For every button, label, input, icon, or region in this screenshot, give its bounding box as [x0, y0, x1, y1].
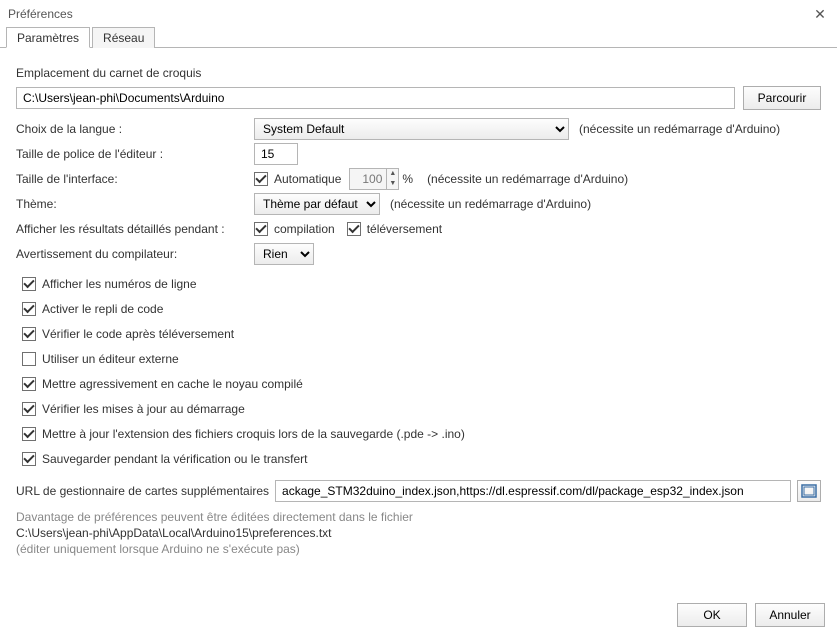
external-editor-label: Utiliser un éditeur externe: [42, 352, 179, 366]
checkbox-list: Afficher les numéros de ligne Activer le…: [22, 273, 821, 470]
check-updates-checkbox[interactable]: [22, 402, 36, 416]
cache-core-label: Mettre agressivement en cache le noyau c…: [42, 377, 303, 391]
dialog-footer: OK Annuler: [0, 597, 837, 635]
verbose-compile-label: compilation: [274, 222, 335, 236]
verbose-label: Afficher les résultats détaillés pendant…: [16, 222, 254, 236]
scale-down-icon[interactable]: ▼: [387, 179, 398, 189]
verbose-upload-checkbox[interactable]: [347, 222, 361, 236]
fontsize-label: Taille de police de l'éditeur :: [16, 147, 254, 161]
language-note: (nécessite un redémarrage d'Arduino): [579, 122, 780, 136]
check-updates-label: Vérifier les mises à jour au démarrage: [42, 402, 245, 416]
prefs-path[interactable]: C:\Users\jean-phi\AppData\Local\Arduino1…: [16, 526, 821, 540]
verify-upload-checkbox[interactable]: [22, 327, 36, 341]
scale-value: [350, 169, 386, 189]
update-ext-checkbox[interactable]: [22, 427, 36, 441]
scale-auto-label: Automatique: [274, 172, 341, 186]
tab-bar: Paramètres Réseau: [0, 26, 837, 48]
line-numbers-checkbox[interactable]: [22, 277, 36, 291]
window-title: Préférences: [8, 7, 73, 21]
tab-parametres[interactable]: Paramètres: [6, 27, 90, 48]
scale-spinner[interactable]: ▲ ▼: [349, 168, 399, 190]
save-verify-checkbox[interactable]: [22, 452, 36, 466]
sketchbook-label: Emplacement du carnet de croquis: [16, 66, 821, 80]
sketchbook-path-input[interactable]: [16, 87, 735, 109]
verify-upload-label: Vérifier le code après téléversement: [42, 327, 234, 341]
tab-reseau[interactable]: Réseau: [92, 27, 155, 48]
save-verify-label: Sauvegarder pendant la vérification ou l…: [42, 452, 308, 466]
boards-url-input[interactable]: [275, 480, 791, 502]
more-prefs-hint: Davantage de préférences peuvent être éd…: [16, 510, 821, 524]
titlebar: Préférences ✕: [0, 0, 837, 26]
verbose-compile-checkbox[interactable]: [254, 222, 268, 236]
theme-select[interactable]: Thème par défaut: [254, 193, 380, 215]
scale-up-icon[interactable]: ▲: [387, 169, 398, 179]
language-select[interactable]: System Default: [254, 118, 569, 140]
update-ext-label: Mettre à jour l'extension des fichiers c…: [42, 427, 465, 441]
scale-note: (nécessite un redémarrage d'Arduino): [427, 172, 628, 186]
expand-urls-button[interactable]: [797, 480, 821, 502]
verbose-upload-label: téléversement: [367, 222, 442, 236]
theme-note: (nécessite un redémarrage d'Arduino): [390, 197, 591, 211]
theme-label: Thème:: [16, 197, 254, 211]
line-numbers-label: Afficher les numéros de ligne: [42, 277, 197, 291]
language-label: Choix de la langue :: [16, 122, 254, 136]
browse-button[interactable]: Parcourir: [743, 86, 821, 110]
window-icon: [801, 484, 817, 498]
boards-url-label: URL de gestionnaire de cartes supplément…: [16, 484, 269, 498]
code-folding-checkbox[interactable]: [22, 302, 36, 316]
close-icon[interactable]: ✕: [811, 5, 829, 23]
percent-label: %: [402, 172, 413, 186]
scale-label: Taille de l'interface:: [16, 172, 254, 186]
ok-button[interactable]: OK: [677, 603, 747, 627]
code-folding-label: Activer le repli de code: [42, 302, 163, 316]
external-editor-checkbox[interactable]: [22, 352, 36, 366]
fontsize-input[interactable]: [254, 143, 298, 165]
cache-core-checkbox[interactable]: [22, 377, 36, 391]
warnings-label: Avertissement du compilateur:: [16, 247, 254, 261]
warnings-select[interactable]: Rien: [254, 243, 314, 265]
scale-auto-checkbox[interactable]: [254, 172, 268, 186]
cancel-button[interactable]: Annuler: [755, 603, 825, 627]
edit-only-note: (éditer uniquement lorsque Arduino ne s'…: [16, 542, 821, 556]
content-area: Emplacement du carnet de croquis Parcour…: [0, 48, 837, 566]
